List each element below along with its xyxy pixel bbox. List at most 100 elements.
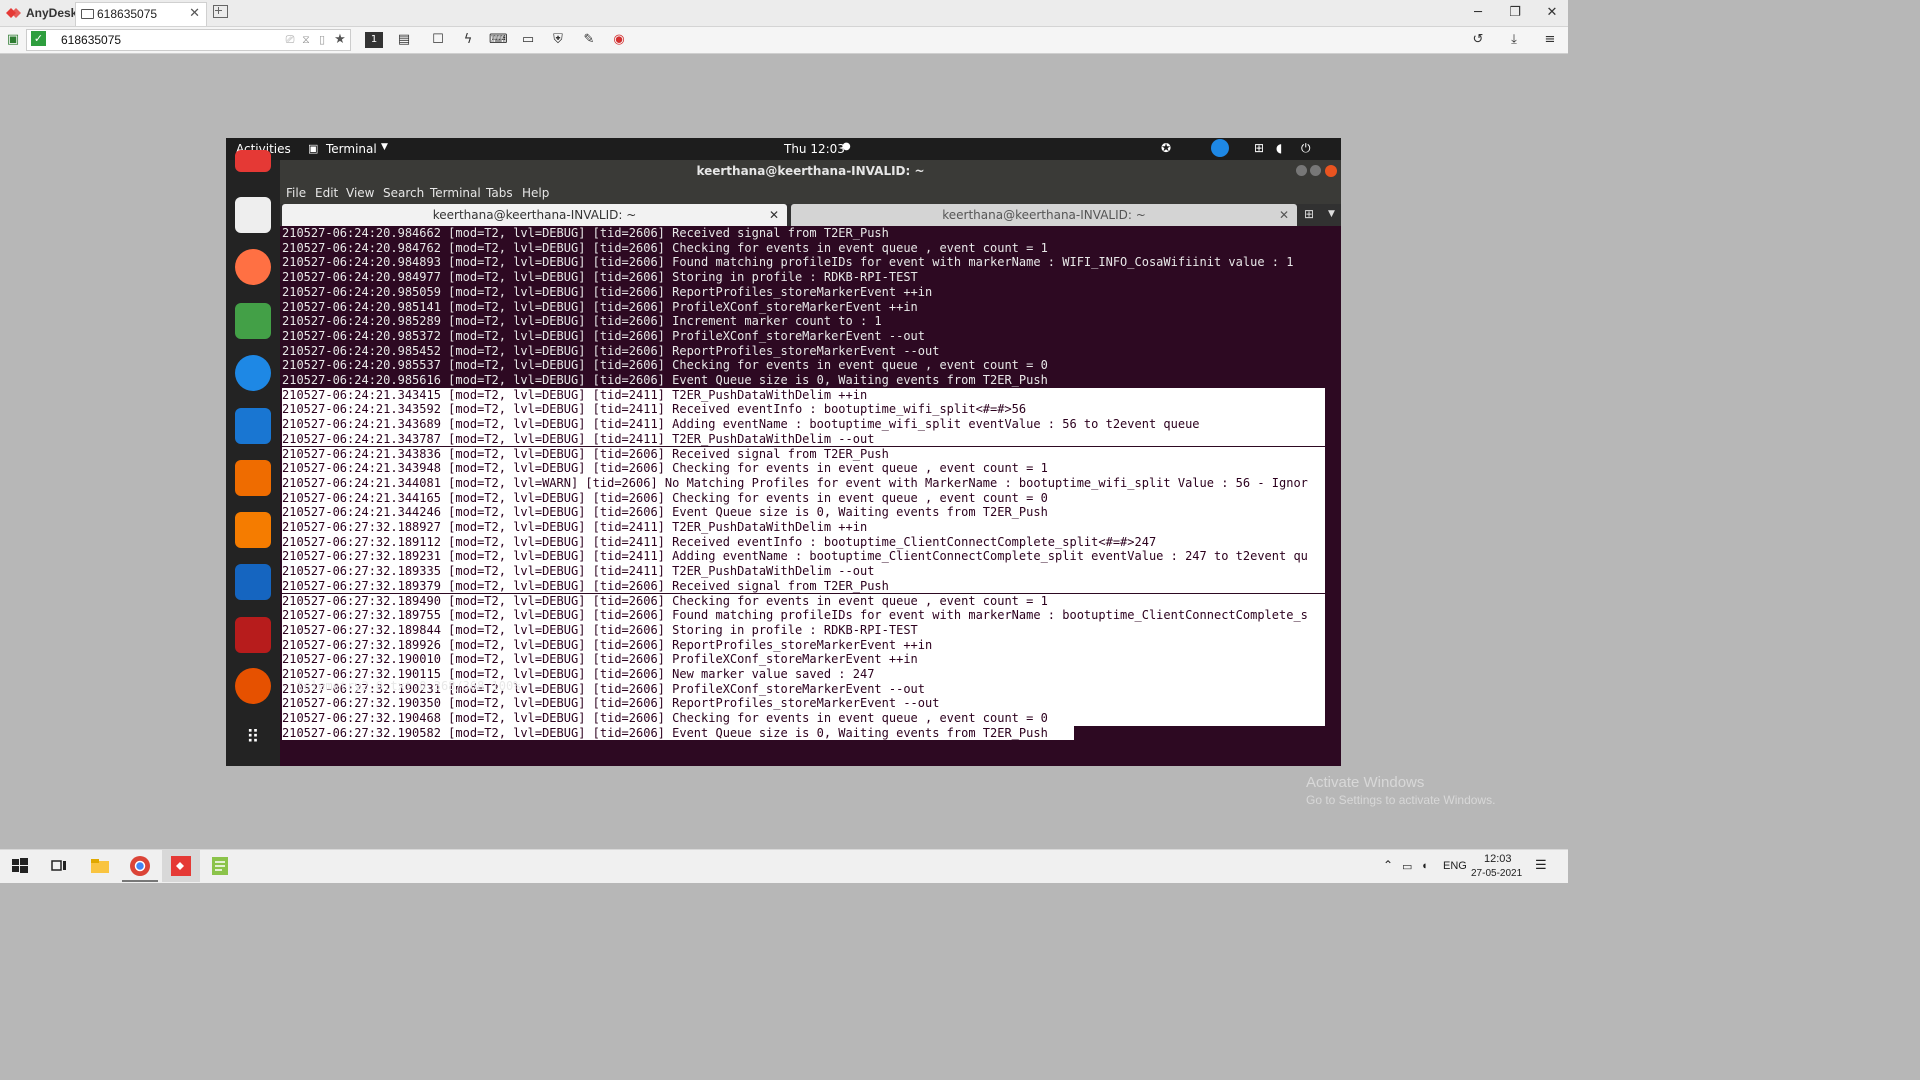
firefox-icon[interactable]	[235, 249, 271, 285]
minimize-window-icon[interactable]	[1296, 165, 1307, 176]
presentation-icon[interactable]	[235, 460, 271, 496]
less-status-line: - telemetry2_0.txt.0 368/368 100%	[282, 679, 521, 693]
clipboard-icon[interactable]: ▯	[313, 31, 331, 49]
tab-terminal-2[interactable]: keerthana@keerthana-INVALID: ~ ✕	[791, 204, 1297, 226]
software-center-icon[interactable]	[235, 512, 271, 548]
menu-terminal[interactable]: Terminal	[430, 186, 481, 200]
anydesk-brand: AnyDesk	[26, 6, 78, 20]
tab-label: keerthana@keerthana-INVALID: ~	[942, 208, 1146, 222]
file-explorer-icon[interactable]	[88, 854, 112, 878]
terminal-log-line: 210527-06:24:21.344081 [mod=T2, lvl=WARN…	[282, 475, 1325, 491]
monitor-1-button[interactable]: 1	[365, 32, 383, 48]
ubuntu-dock: ⠿	[226, 150, 280, 766]
minimize-button[interactable]: ─	[1468, 5, 1488, 20]
menu-search[interactable]: Search	[383, 186, 424, 200]
terminal-log-line: 210527-06:24:20.985059 [mod=T2, lvl=DEBU…	[282, 284, 933, 299]
history-icon[interactable]: ↺	[1469, 31, 1487, 49]
terminal-log-line: 210527-06:24:20.985289 [mod=T2, lvl=DEBU…	[282, 314, 882, 329]
notification-center-icon[interactable]: ☰	[1535, 857, 1547, 873]
text-editor-icon[interactable]	[235, 197, 271, 233]
new-tab-icon[interactable]: ⊞	[1304, 207, 1314, 221]
settings-tools-icon[interactable]	[235, 617, 271, 653]
system-monitor-icon[interactable]	[235, 408, 271, 444]
close-tab-icon[interactable]: ✕	[189, 6, 200, 21]
teamviewer-icon[interactable]	[235, 355, 271, 391]
teamviewer-tray-icon[interactable]	[1211, 139, 1229, 157]
address-bar[interactable]: ✓ 618635075 ⎚ ⧖ ▯ ★	[26, 29, 351, 51]
volume-icon[interactable]: ◖	[1276, 141, 1282, 155]
clock[interactable]: Thu 12:03	[784, 142, 845, 156]
close-tab-icon[interactable]: ✕	[1279, 204, 1289, 226]
permissions-shield-icon[interactable]: ⛨	[549, 31, 567, 49]
spreadsheet-icon[interactable]	[235, 303, 271, 339]
menu-file[interactable]: File	[286, 186, 306, 200]
chrome-active-indicator	[122, 880, 158, 882]
terminal-window: keerthana@keerthana-INVALID: ~ File Edit…	[280, 160, 1341, 766]
terminal-title: keerthana@keerthana-INVALID: ~	[280, 160, 1341, 182]
file-transfer-icon[interactable]: ▤	[395, 31, 413, 49]
writer-document-icon[interactable]	[235, 564, 271, 600]
battery-icon[interactable]: ▭	[1402, 860, 1412, 873]
network-icon[interactable]: ⊞	[1254, 141, 1264, 155]
show-applications-grid-icon[interactable]: ⠿	[235, 720, 271, 756]
favorite-star-icon[interactable]: ★	[331, 31, 349, 49]
terminal-log-line: 210527-06:24:21.343592 [mod=T2, lvl=DEBU…	[282, 402, 1325, 418]
terminal-log-line: 210527-06:27:32.189112 [mod=T2, lvl=DEBU…	[282, 534, 1325, 550]
terminal-log-line: 210527-06:24:20.985372 [mod=T2, lvl=DEBU…	[282, 328, 925, 343]
restore-button[interactable]: ❐	[1505, 5, 1525, 20]
close-tab-icon[interactable]: ✕	[769, 204, 779, 226]
address-value: 618635075	[61, 33, 122, 47]
whiteboard-pen-icon[interactable]: ✎	[580, 31, 598, 49]
taskbar-date[interactable]: 27-05-2021	[1471, 868, 1522, 879]
menu-view[interactable]: View	[346, 186, 374, 200]
tab-menu-chevron-icon[interactable]: ▼	[1328, 209, 1335, 219]
verified-icon: ✓	[31, 31, 46, 46]
language-indicator[interactable]: ENG	[1443, 860, 1467, 872]
anydesk-taskbar-button[interactable]	[162, 850, 200, 882]
display-icon[interactable]: ▭	[519, 31, 537, 49]
task-view-icon[interactable]	[47, 854, 71, 878]
close-window-button[interactable]: ✕	[1542, 5, 1562, 20]
tab-terminal-1[interactable]: keerthana@keerthana-INVALID: ~ ✕	[282, 204, 787, 226]
power-icon[interactable]: ⏻	[1301, 141, 1311, 156]
record-icon[interactable]: ◉	[610, 31, 628, 49]
connection-status-icon: ▣	[6, 32, 20, 47]
menu-help[interactable]: Help	[522, 186, 549, 200]
app-menu[interactable]: Terminal	[326, 142, 377, 156]
ubuntu-logo-icon[interactable]	[235, 668, 271, 704]
windows-start-icon[interactable]	[8, 854, 32, 878]
accessibility-icon[interactable]: ✪	[1161, 141, 1171, 155]
maximize-window-icon[interactable]	[1310, 165, 1321, 176]
terminal-log-line: 210527-06:24:20.985141 [mod=T2, lvl=DEBU…	[282, 299, 918, 314]
terminal-log-line: 210527-06:27:32.189379 [mod=T2, lvl=DEBU…	[282, 578, 1325, 594]
menu-edit[interactable]: Edit	[315, 186, 338, 200]
anydesk-tab-strip: AnyDesk 618635075 ✕ ─ ❐ ✕	[0, 0, 1568, 27]
chat-icon[interactable]: ☐	[429, 31, 447, 49]
speaker-icon[interactable]: ◖	[1421, 860, 1428, 872]
menu-tabs[interactable]: Tabs	[486, 186, 513, 200]
anydesk-toolbar: ▣ ✓ 618635075 ⎚ ⧖ ▯ ★ 1 ▤ ☐ ϟ ⌨ ▭ ⛨ ✎ ◉ …	[0, 27, 1568, 54]
keyboard-icon[interactable]: ⌨	[489, 31, 508, 49]
download-icon[interactable]: ⤓	[1505, 31, 1523, 49]
ubuntu-top-bar: Activities ▣ Terminal ▼ Thu 12:03 ● ✪ ⊞ …	[226, 138, 1341, 160]
terminal-log-line: 210527-06:27:32.190350 [mod=T2, lvl=DEBU…	[282, 696, 1325, 712]
terminal-log-line: 210527-06:24:20.984977 [mod=T2, lvl=DEBU…	[282, 270, 918, 285]
chrome-icon[interactable]	[128, 854, 152, 878]
notepad-icon[interactable]	[208, 854, 232, 878]
terminal-log-line: 210527-06:24:21.343689 [mod=T2, lvl=DEBU…	[282, 417, 1325, 432]
hamburger-menu-icon[interactable]: ≡	[1541, 31, 1559, 49]
terminal-log-line: 210527-06:27:32.189231 [mod=T2, lvl=DEBU…	[282, 549, 1325, 565]
tab-label: keerthana@keerthana-INVALID: ~	[432, 208, 637, 222]
actions-lightning-icon[interactable]: ϟ	[459, 31, 477, 49]
terminal-log-line: 210527-06:27:32.190582 [mod=T2, lvl=DEBU…	[282, 725, 1074, 741]
todo-app-icon[interactable]	[235, 150, 271, 172]
show-hidden-icons-icon[interactable]: ⌃	[1383, 858, 1393, 872]
close-window-icon[interactable]	[1325, 165, 1337, 177]
activate-windows-watermark: Activate Windows Go to Settings to activ…	[1306, 774, 1495, 807]
new-tab-icon[interactable]	[213, 5, 228, 18]
terminal-log-line: 210527-06:27:32.189844 [mod=T2, lvl=DEBU…	[282, 622, 1325, 638]
terminal-menubar: File Edit View Search Terminal Tabs Help	[280, 182, 1341, 204]
terminal-log-line: 210527-06:24:20.984893 [mod=T2, lvl=DEBU…	[282, 255, 1294, 270]
anydesk-session-tab[interactable]: 618635075 ✕	[75, 2, 207, 26]
taskbar-time[interactable]: 12:03	[1484, 853, 1512, 865]
